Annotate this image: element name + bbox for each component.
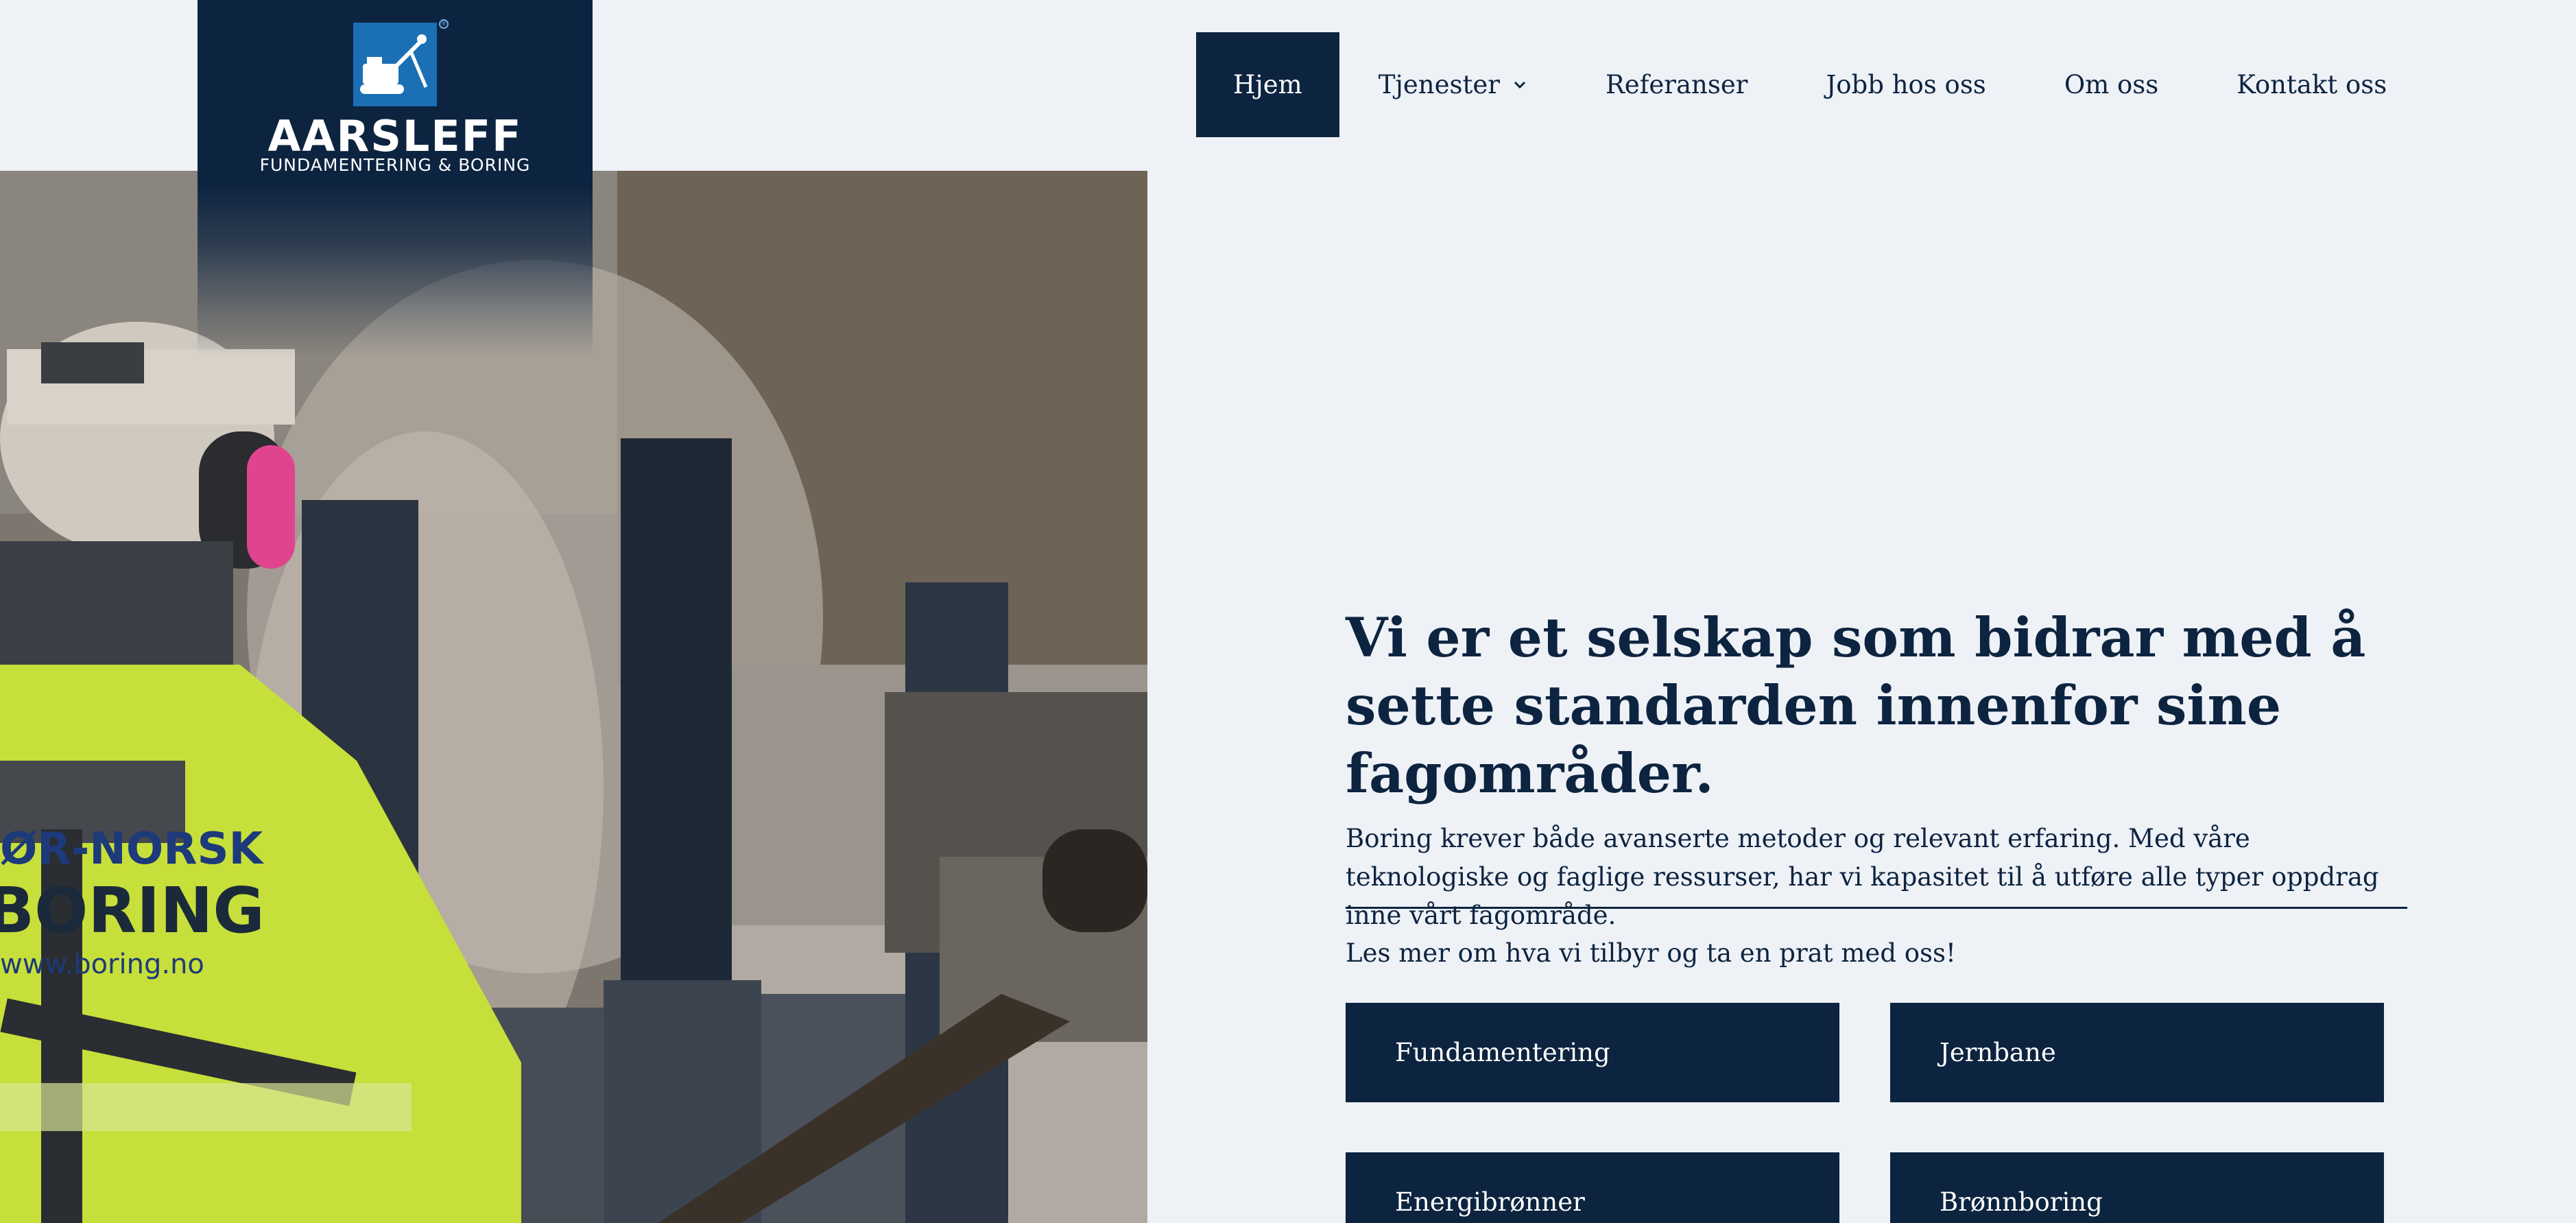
main-nav: Hjem Tjenester Referanser Jobb hos oss O… xyxy=(1196,32,2426,137)
nav-item-label: Tjenester xyxy=(1378,70,1500,99)
nav-item-label: Kontakt oss xyxy=(2237,70,2387,99)
excavator-drill-icon xyxy=(353,23,437,106)
jacket-text-line3: www.boring.no xyxy=(0,949,204,980)
lead-paragraph: Boring krever både avanserte metoder og … xyxy=(1346,824,2379,930)
service-button-fundamentering[interactable]: Fundamentering xyxy=(1346,1003,1839,1102)
brand-name: AARSLEFF xyxy=(267,111,523,161)
page: ØR-NORSK BORING www.boring.no ® AARSLEFF… xyxy=(0,0,2576,1223)
jacket-text-line2: BORING xyxy=(0,874,265,947)
logo-block[interactable]: ® AARSLEFF FUNDAMENTERING & BORING xyxy=(198,0,593,357)
service-button-label: Fundamentering xyxy=(1395,1038,1610,1067)
hero-content: Vi er et selskap som bidrar med å sette … xyxy=(1346,604,2409,935)
nav-item-label: Hjem xyxy=(1233,70,1302,99)
nav-item-hjem[interactable]: Hjem xyxy=(1196,32,1339,137)
nav-item-label: Referanser xyxy=(1605,70,1748,99)
nav-item-label: Om oss xyxy=(2064,70,2159,99)
service-button-bronnboring[interactable]: Brønnboring xyxy=(1890,1152,2384,1223)
nav-item-referanser[interactable]: Referanser xyxy=(1566,32,1787,137)
nav-item-om-oss[interactable]: Om oss xyxy=(2025,32,2197,137)
registered-mark: ® xyxy=(439,19,449,29)
section-divider xyxy=(1346,907,2407,909)
nav-item-tjenester[interactable]: Tjenester xyxy=(1339,32,1566,137)
nav-item-label: Jobb hos oss xyxy=(1826,70,1986,99)
jacket-text-line1: ØR-NORSK xyxy=(0,824,265,875)
service-button-label: Jernbane xyxy=(1940,1038,2056,1067)
chevron-down-icon xyxy=(1514,81,1526,88)
service-button-energibronner[interactable]: Energibrønner xyxy=(1346,1152,1839,1223)
service-button-label: Energibrønner xyxy=(1395,1187,1585,1217)
service-button-jernbane[interactable]: Jernbane xyxy=(1890,1003,2384,1102)
nav-item-jobb-hos-oss[interactable]: Jobb hos oss xyxy=(1787,32,2025,137)
brand-tagline: FUNDAMENTERING & BORING xyxy=(259,155,531,175)
page-headline: Vi er et selskap som bidrar med å sette … xyxy=(1346,606,2366,805)
cta-text: Les mer om hva vi tilbyr og ta en prat m… xyxy=(1346,938,1956,968)
nav-item-kontakt-oss[interactable]: Kontakt oss xyxy=(2197,32,2426,137)
service-button-label: Brønnboring xyxy=(1940,1187,2103,1217)
